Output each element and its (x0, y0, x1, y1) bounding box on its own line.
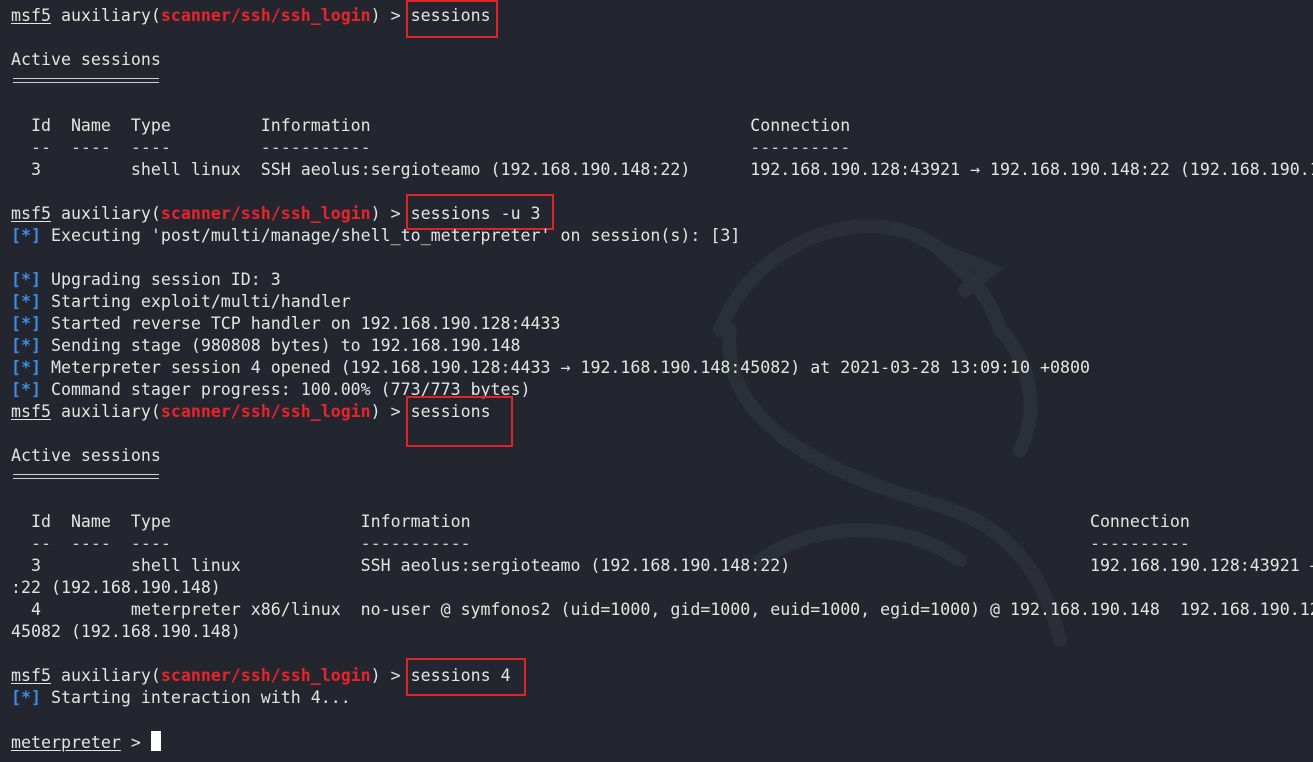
highlight-box-3 (406, 396, 513, 447)
output-text: Starting interaction with 4... (40, 688, 351, 707)
prompt-module: scanner/ssh/ssh_login (160, 402, 371, 421)
output-sending-stage: [*] Sending stage (980808 bytes) to 192.… (11, 335, 521, 357)
prompt-module: scanner/ssh/ssh_login (160, 6, 371, 25)
output-executing: [*] Executing 'post/multi/manage/shell_t… (11, 225, 740, 247)
table1-dashes: -- ---- ---- ----------- ---------- (11, 138, 851, 157)
prompt-module-suffix: ) (370, 204, 381, 223)
prompt-module-suffix: ) (370, 6, 381, 25)
prompt-module-prefix: auxiliary( (60, 6, 161, 25)
info-marker: [*] (11, 358, 41, 377)
info-marker: [*] (11, 292, 41, 311)
highlight-box-4 (406, 658, 526, 696)
heading-underline-1 (13, 78, 159, 79)
output-reverse-tcp: [*] Started reverse TCP handler on 192.1… (11, 313, 560, 335)
info-marker: [*] (11, 688, 41, 707)
info-marker: [*] (11, 336, 41, 355)
prompt-module-suffix: ) (370, 402, 381, 421)
info-marker: [*] (11, 380, 41, 399)
output-text: Started reverse TCP handler on 192.168.1… (40, 314, 561, 333)
output-upgrading: [*] Upgrading session ID: 3 (11, 269, 281, 291)
output-starting-handler: [*] Starting exploit/multi/handler (11, 291, 351, 313)
table2-dashes: -- ---- ---- ----------- ---------- (11, 534, 1190, 553)
prompt-arrow: > (120, 733, 151, 752)
prompt-host: msf5 (11, 666, 51, 685)
prompt-module-suffix: ) (370, 666, 381, 685)
table1-row-session-3: 3 shell linux SSH aeolus:sergioteamo (19… (11, 160, 1313, 179)
text-cursor[interactable] (150, 731, 161, 751)
table2-row-session-4: 4 meterpreter x86/linux no-user @ symfon… (30, 600, 1313, 619)
prompt-module: scanner/ssh/ssh_login (160, 666, 371, 685)
prompt-host: msf5 (11, 402, 51, 421)
table2-row-session-4-wrap: 45082 (192.168.190.148) (11, 622, 241, 641)
highlight-box-1 (406, 0, 498, 38)
prompt-arrow: > (390, 204, 401, 223)
output-starting-interaction: [*] Starting interaction with 4... (11, 687, 351, 709)
info-marker: [*] (11, 270, 41, 289)
prompt-arrow: > (390, 402, 401, 421)
table2-header: Id Name Type Information Connection (11, 512, 1190, 531)
heading-underline-1b (13, 82, 159, 83)
prompt-module-prefix: auxiliary( (60, 402, 161, 421)
output-text: Starting exploit/multi/handler (40, 292, 351, 311)
output-text: Upgrading session ID: 3 (40, 270, 281, 289)
prompt-host: msf5 (11, 204, 51, 223)
active-sessions-heading-2: Active sessions (11, 446, 161, 465)
prompt-arrow: > (390, 666, 401, 685)
output-session-opened: [*] Meterpreter session 4 opened (192.16… (11, 357, 1090, 379)
heading-underline-2 (13, 474, 159, 475)
output-text: Meterpreter session 4 opened (192.168.19… (40, 358, 1090, 377)
info-marker: [*] (11, 314, 41, 333)
heading-underline-2b (13, 478, 159, 479)
output-text: Executing 'post/multi/manage/shell_to_me… (40, 226, 741, 245)
meterpreter-prompt-label: meterpreter (11, 733, 121, 752)
prompt-module-prefix: auxiliary( (60, 204, 161, 223)
active-sessions-heading-1: Active sessions (11, 50, 161, 69)
table2-row-session-3: 3 shell linux SSH aeolus:sergioteamo (19… (30, 556, 1313, 575)
meterpreter-prompt-line[interactable]: meterpreter > (11, 731, 161, 753)
prompt-host: msf5 (11, 6, 51, 25)
prompt-module-prefix: auxiliary( (60, 666, 161, 685)
output-text: Sending stage (980808 bytes) to 192.168.… (40, 336, 521, 355)
prompt-module: scanner/ssh/ssh_login (160, 204, 371, 223)
info-marker: [*] (11, 226, 41, 245)
terminal-window[interactable]: msf5 auxiliary(scanner/ssh/ssh_login) > … (0, 0, 1313, 762)
table2-row-session-3-wrap: :22 (192.168.190.148) (11, 578, 221, 597)
table1-header: Id Name Type Information Connection (11, 116, 851, 135)
prompt-arrow: > (390, 6, 401, 25)
